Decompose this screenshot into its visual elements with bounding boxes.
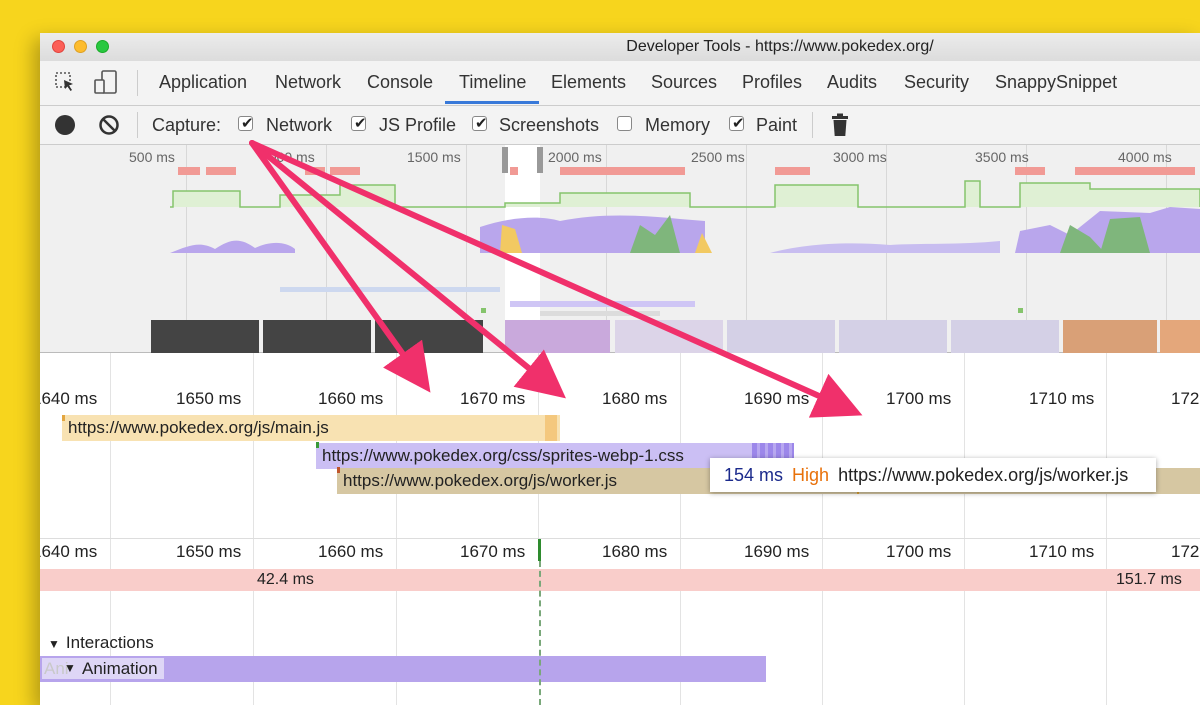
toolbar-separator	[137, 112, 138, 138]
device-mode-icon[interactable]	[94, 70, 118, 96]
timeline-toolbar: Capture: ✔ Network ✔ JS Profile ✔ Screen…	[40, 106, 1200, 145]
memory-checkbox-label: Memory	[645, 115, 711, 135]
ruler-tick: 1710 ms	[1029, 542, 1095, 561]
ruler-tick: 1640 ms	[40, 542, 98, 561]
checkmark-icon: ✔	[732, 115, 745, 132]
request-tail	[545, 415, 557, 441]
paint-checkbox-label: Paint	[756, 115, 798, 135]
collapse-triangle-icon: ▼	[64, 661, 76, 675]
time-cursor-line	[539, 561, 541, 705]
flame-gridline	[1106, 539, 1107, 705]
network-checkbox-label: Network	[266, 115, 333, 135]
tab-sources[interactable]: Sources	[651, 72, 717, 93]
network-flamechart[interactable]: 1640 ms 1650 ms 1660 ms 1670 ms 1680 ms …	[40, 353, 1200, 539]
interactions-header[interactable]: ▼ Interactions	[48, 633, 154, 653]
ruler-tick: 172	[1171, 389, 1200, 408]
request-url: https://www.pokedex.org/css/sprites-webp…	[322, 446, 684, 465]
ruler-tick: 1680 ms	[602, 542, 668, 561]
request-start-marker	[62, 415, 65, 421]
ruler-tick: 1670 ms	[460, 389, 526, 408]
request-start-marker	[316, 442, 319, 448]
flame-gridline	[964, 539, 965, 705]
capture-label: Capture:	[152, 115, 222, 135]
frame-duration: 42.4 ms	[257, 571, 314, 588]
window-title: Developer Tools - https://www.pokedex.or…	[626, 38, 934, 55]
tab-audits[interactable]: Audits	[827, 72, 877, 93]
panel-tab-strip: Application Network Console Timeline Ele…	[40, 61, 1200, 106]
ruler-tick: 1680 ms	[602, 389, 668, 408]
js-profile-checkbox-label: JS Profile	[379, 115, 457, 135]
timeline-overview[interactable]: 500 ms 1000 ms 1500 ms 2000 ms 2500 ms 3…	[40, 145, 1200, 380]
flame-gridline	[822, 539, 823, 705]
flame-gridline	[822, 353, 823, 538]
flame-gridline	[964, 353, 965, 538]
request-url: https://www.pokedex.org/js/worker.js	[343, 471, 618, 490]
screenshots-checkbox[interactable]: ✔	[472, 115, 488, 132]
time-cursor-marker	[538, 539, 541, 561]
ruler-tick: 1690 ms	[744, 542, 810, 561]
js-profile-checkbox[interactable]: ✔	[351, 115, 367, 132]
tab-snappysnippet[interactable]: SnappySnippet	[995, 72, 1117, 93]
ruler-tick: 1660 ms	[318, 389, 384, 408]
tooltip-priority: High	[792, 465, 830, 485]
tooltip-url: https://www.pokedex.org/js/worker.js	[838, 465, 1129, 485]
flame-gridline	[110, 353, 111, 538]
toolbar-separator	[812, 112, 813, 138]
active-tab-indicator	[445, 101, 539, 104]
animation-label[interactable]: Ani ▼ Animation	[42, 658, 164, 679]
ruler-tick: 1710 ms	[1029, 389, 1095, 408]
main-flamechart[interactable]: 1640 ms 1650 ms 1660 ms 1670 ms 1680 ms …	[40, 539, 1200, 705]
trash-icon[interactable]	[831, 113, 849, 137]
animation-title: Animation	[82, 659, 158, 678]
memory-checkbox[interactable]	[617, 116, 632, 131]
tab-timeline[interactable]: Timeline	[459, 72, 526, 93]
network-checkbox[interactable]: ✔	[238, 115, 254, 132]
tab-profiles[interactable]: Profiles	[742, 72, 802, 93]
tab-elements[interactable]: Elements	[551, 72, 626, 93]
checkmark-icon: ✔	[475, 115, 488, 132]
devtools-window: Developer Tools - https://www.pokedex.or…	[40, 33, 1200, 705]
ruler-tick: 1670 ms	[460, 542, 526, 561]
screenshots-checkbox-label: Screenshots	[499, 115, 600, 135]
ruler-tick: 1700 ms	[886, 389, 952, 408]
tab-network[interactable]: Network	[275, 72, 341, 93]
tab-separator	[137, 70, 138, 96]
ruler-tick: 172	[1171, 542, 1200, 561]
ruler-tick: 1660 ms	[318, 542, 384, 561]
request-start-marker	[337, 467, 340, 473]
interactions-title: Interactions	[65, 633, 154, 652]
clear-icon[interactable]	[98, 114, 120, 136]
ruler-tick: 1640 ms	[40, 389, 98, 408]
tooltip-duration: 154 ms	[724, 465, 784, 485]
request-url: https://www.pokedex.org/js/main.js	[68, 418, 329, 437]
ruler-tick: 1700 ms	[886, 542, 952, 561]
flame-gridline	[253, 353, 254, 538]
network-request-bar[interactable]: https://www.pokedex.org/js/main.js	[62, 415, 560, 441]
frame-duration: 151.7 ms	[1116, 571, 1182, 588]
checkmark-icon: ✔	[241, 115, 254, 132]
title-bar: Developer Tools - https://www.pokedex.or…	[40, 33, 1200, 61]
tab-application[interactable]: Application	[159, 72, 247, 93]
paint-checkbox[interactable]: ✔	[729, 115, 745, 132]
ruler-tick: 1650 ms	[176, 389, 242, 408]
frames-track[interactable]: 42.4 ms 151.7 ms	[40, 569, 1200, 591]
request-tooltip: 154 ms High https://www.pokedex.org/js/w…	[710, 458, 1156, 492]
flame-gridline	[1106, 353, 1107, 538]
inspect-element-icon[interactable]	[54, 71, 76, 93]
tab-security[interactable]: Security	[904, 72, 969, 93]
ruler-tick: 1650 ms	[176, 542, 242, 561]
record-button[interactable]	[55, 115, 75, 135]
collapse-triangle-icon: ▼	[48, 637, 60, 651]
ruler-tick: 1690 ms	[744, 389, 810, 408]
checkmark-icon: ✔	[354, 115, 367, 132]
tab-console[interactable]: Console	[367, 72, 433, 93]
